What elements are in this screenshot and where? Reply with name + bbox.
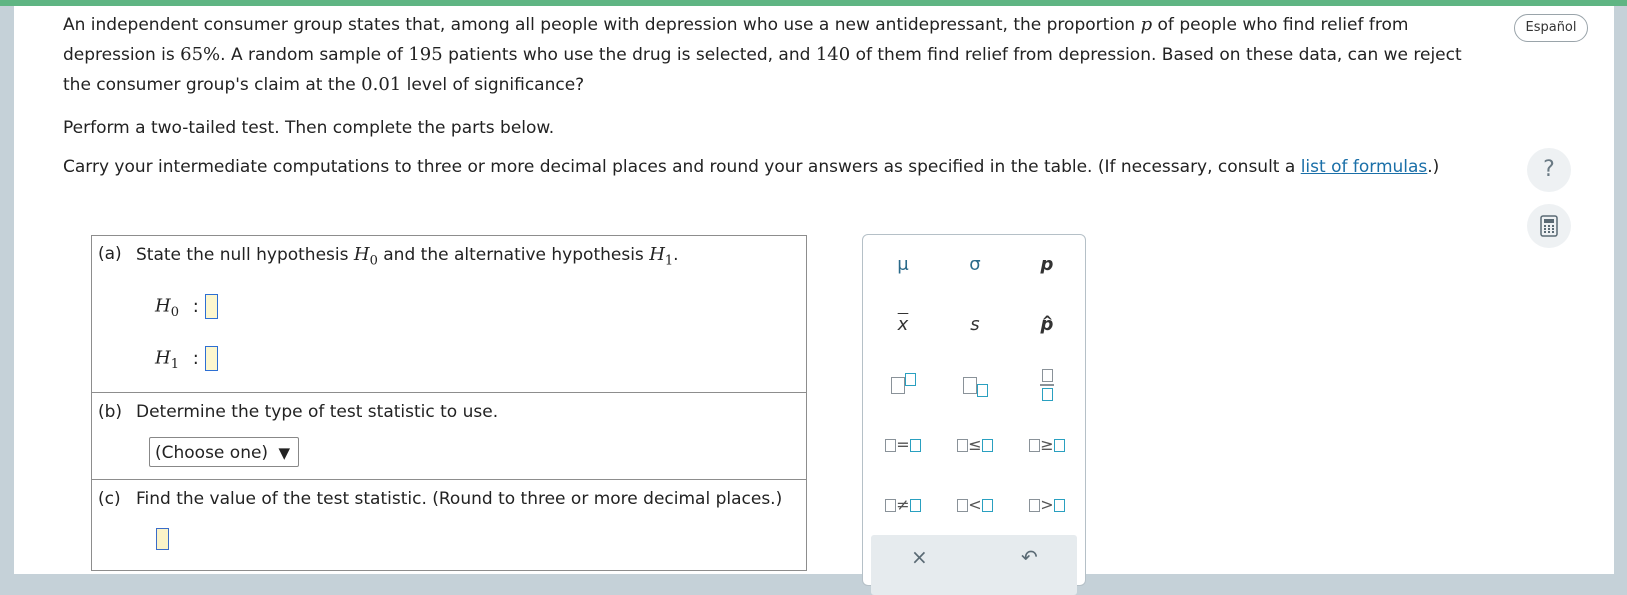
calculator-icon (1540, 215, 1558, 237)
sigma-button[interactable]: σ (945, 245, 1005, 285)
superscript-button[interactable] (873, 365, 933, 405)
test-statistic-select[interactable]: (Choose one) ▼ (149, 437, 299, 467)
h1-row: H1 : (155, 346, 218, 372)
equals-button[interactable]: = (873, 425, 933, 465)
greater-than-button[interactable]: > (1017, 485, 1077, 525)
h1-input[interactable] (204, 346, 218, 371)
undo-icon[interactable]: ↶ (1021, 545, 1038, 569)
part-a-label: (a) (98, 244, 122, 264)
h0-input[interactable] (204, 294, 218, 319)
p-button[interactable]: p (1017, 245, 1077, 285)
part-c-prompt: Find the value of the test statistic. (R… (136, 489, 783, 509)
part-b-cell: (b) Determine the type of test statistic… (91, 392, 807, 480)
language-button[interactable]: Español (1514, 14, 1588, 42)
not-equal-button[interactable]: ≠ (873, 485, 933, 525)
question-table: (a) State the null hypothesis H0 and the… (91, 235, 807, 571)
dropdown-arrow-icon: ▼ (278, 444, 290, 462)
part-c-label: (c) (98, 489, 121, 509)
part-c-cell: (c) Find the value of the test statistic… (91, 479, 807, 571)
subscript-button[interactable] (945, 365, 1005, 405)
h1-symbol: H (155, 347, 171, 369)
mu-button[interactable]: μ (873, 245, 933, 285)
s-button[interactable]: s (945, 305, 1005, 345)
question-page: An independent consumer group states tha… (14, 6, 1614, 595)
problem-statement: An independent consumer group states tha… (63, 14, 1462, 95)
part-b-prompt: Determine the type of test statistic to … (136, 402, 499, 422)
h0-symbol: H (155, 295, 171, 317)
part-a-cell: (a) State the null hypothesis H0 and the… (91, 235, 807, 393)
greater-equal-button[interactable]: ≥ (1017, 425, 1077, 465)
calculator-button[interactable] (1527, 204, 1571, 248)
palette-footer: × ↶ (871, 535, 1077, 595)
formulas-link[interactable]: list of formulas (1301, 157, 1428, 177)
part-b-label: (b) (98, 402, 123, 422)
fraction-button[interactable] (1017, 365, 1077, 405)
symbol-palette: μ σ p x s ^ p = ≤ ≥ ≠ < > × ↶ (862, 234, 1086, 595)
help-button[interactable]: ? (1527, 148, 1571, 192)
test-statistic-input[interactable] (156, 528, 169, 550)
instruction-text: Perform a two-tailed test. Then complete… (63, 118, 555, 138)
xbar-button[interactable]: x (873, 305, 933, 345)
clear-icon[interactable]: × (911, 545, 928, 569)
less-equal-button[interactable]: ≤ (945, 425, 1005, 465)
h0-row: H0 : (155, 294, 218, 320)
question-mark-icon: ? (1543, 157, 1555, 182)
rounding-instruction: Carry your intermediate computations to … (63, 157, 1440, 177)
less-than-button[interactable]: < (945, 485, 1005, 525)
phat-button[interactable]: ^ p (1017, 305, 1077, 345)
part-a-prompt: State the null hypothesis H0 and the alt… (136, 244, 679, 269)
